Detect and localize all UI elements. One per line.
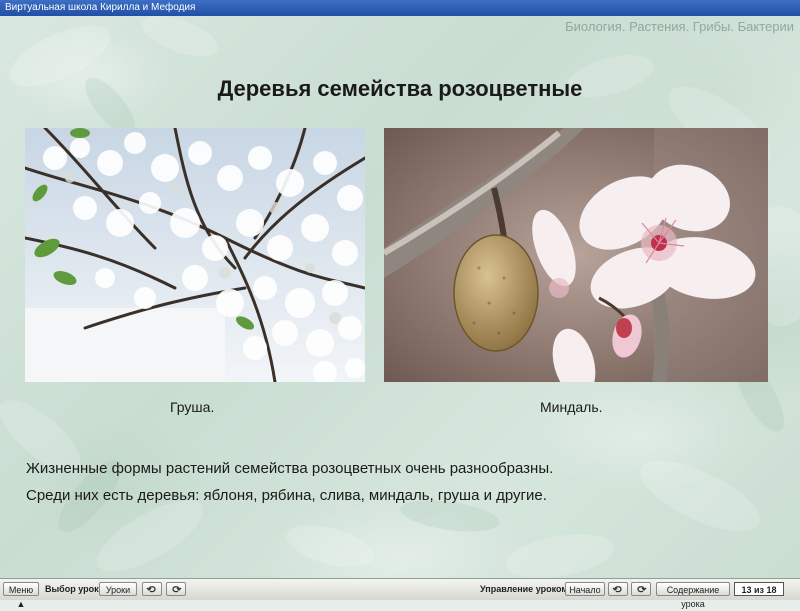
redo-arrow-icon bbox=[637, 586, 647, 593]
slide-title: Деревья семейства розоцветные bbox=[217, 76, 583, 101]
lessons-button[interactable]: Уроки bbox=[99, 582, 137, 596]
slide-counter: 13 из 18 bbox=[734, 582, 784, 596]
subject-header: Биология. Растения. Грибы. Бактерии bbox=[565, 19, 794, 34]
window-title-bar: Виртуальная школа Кирилла и Мефодия bbox=[0, 0, 800, 16]
slide-prev-button[interactable] bbox=[608, 582, 628, 596]
menu-button[interactable]: Меню ▲ bbox=[3, 582, 39, 609]
window-title: Виртуальная школа Кирилла и Мефодия bbox=[5, 2, 196, 13]
choose-lesson-label: Выбор урока: bbox=[45, 584, 107, 594]
pear-caption: Груша. bbox=[170, 399, 215, 415]
slide-area: Биология. Растения. Грибы. Бактерии Дере… bbox=[0, 16, 800, 578]
body-text-line-2: Среди них есть деревья: яблоня, рябина, … bbox=[26, 487, 547, 504]
pear-tree-photo bbox=[25, 128, 365, 382]
lesson-next-button[interactable] bbox=[166, 582, 186, 596]
body-text-line-1: Жизненные формы растений семейства розоц… bbox=[26, 460, 554, 477]
lesson-contents-button[interactable]: Содержание урока bbox=[656, 582, 730, 609]
lesson-control-label: Управление уроком: bbox=[480, 584, 571, 594]
almond-caption: Миндаль. bbox=[540, 399, 603, 415]
undo-arrow-icon bbox=[612, 586, 622, 593]
redo-arrow-icon bbox=[172, 586, 182, 593]
start-button[interactable]: Начало bbox=[565, 582, 605, 596]
bottom-toolbar: Меню ▲ Выбор урока: Уроки Управление уро… bbox=[0, 578, 800, 609]
lesson-prev-button[interactable] bbox=[142, 582, 162, 596]
almond-photo bbox=[384, 128, 768, 382]
undo-arrow-icon bbox=[146, 586, 156, 593]
slide-next-button[interactable] bbox=[631, 582, 651, 596]
